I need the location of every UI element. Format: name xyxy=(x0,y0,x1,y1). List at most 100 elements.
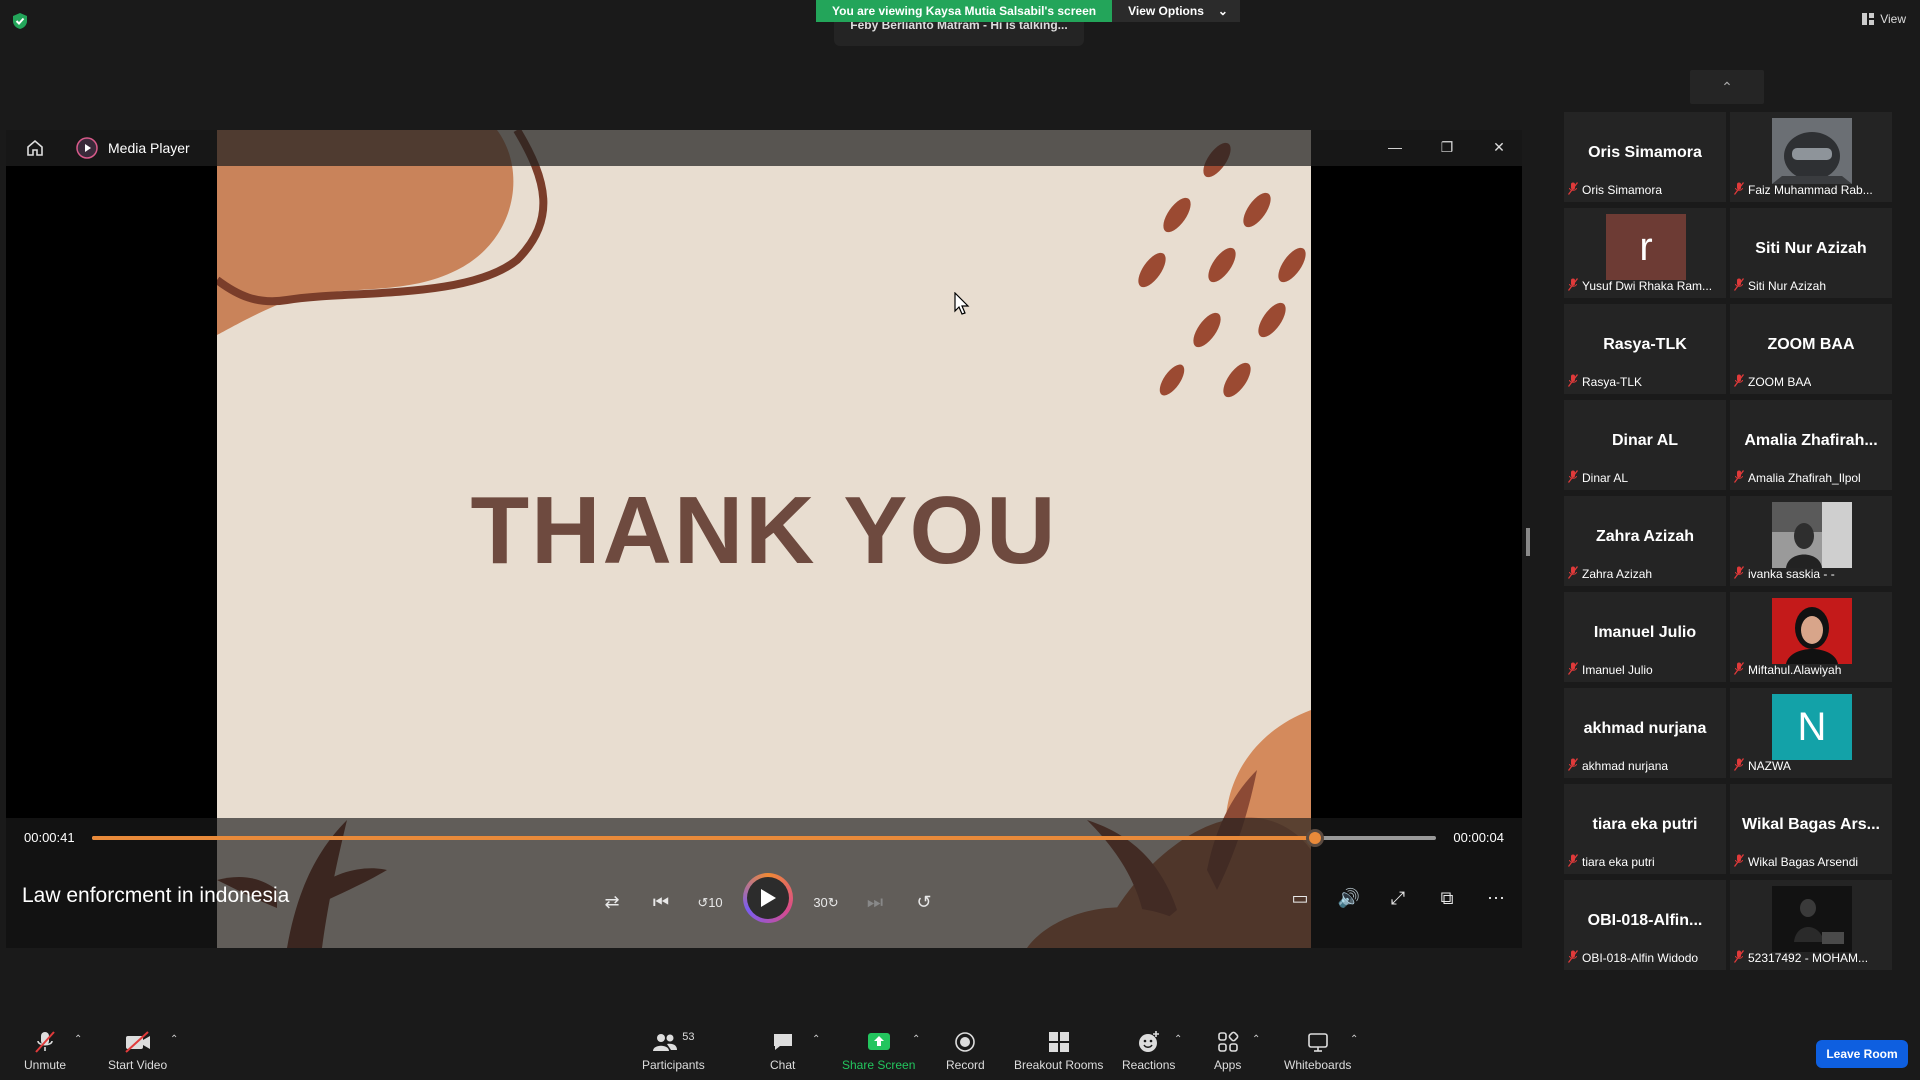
remaining-time: 00:00:04 xyxy=(1453,830,1504,845)
participants-button[interactable]: 53 Participants xyxy=(642,1030,705,1072)
reactions-label: Reactions xyxy=(1122,1058,1176,1072)
participant-avatar-letter: r xyxy=(1606,214,1686,280)
participant-tile[interactable]: Amalia Zhafirah... Amalia Zhafirah_Ilpol xyxy=(1730,400,1892,490)
start-video-button[interactable]: Start Video xyxy=(108,1030,167,1072)
fullscreen-icon[interactable]: ⤢ xyxy=(1382,882,1414,914)
play-button[interactable] xyxy=(743,873,793,923)
more-options-icon[interactable]: ⋯ xyxy=(1480,882,1512,914)
participant-display-name: Dinar AL xyxy=(1611,432,1679,449)
participant-name: ivanka saskia - - xyxy=(1748,567,1835,581)
participant-display-name: Oris Simamora xyxy=(1588,144,1702,161)
whiteboards-options-chevron-icon[interactable]: ⌃ xyxy=(1350,1034,1358,1045)
participant-name: 52317492 - MOHAM... xyxy=(1748,951,1869,965)
participant-tile[interactable]: Imanuel Julio Imanuel Julio xyxy=(1564,592,1726,682)
participant-tile[interactable]: Miftahul.Alawiyah xyxy=(1730,592,1892,682)
whiteboards-button[interactable]: Whiteboards xyxy=(1284,1030,1351,1072)
chevron-up-icon: ⌃ xyxy=(1721,78,1733,95)
apps-label: Apps xyxy=(1214,1058,1242,1072)
apps-options-chevron-icon[interactable]: ⌃ xyxy=(1252,1034,1260,1045)
participant-tile[interactable]: OBI-018-Alfin... OBI-018-Alfin Widodo xyxy=(1564,880,1726,970)
share-screen-label: Share Screen xyxy=(842,1058,916,1072)
view-label: View xyxy=(1880,12,1906,26)
leave-room-button[interactable]: Leave Room xyxy=(1816,1040,1908,1068)
seek-bar-thumb[interactable] xyxy=(1306,829,1325,847)
participant-name-label: Oris Simamora xyxy=(1568,182,1662,198)
unmute-button[interactable]: Unmute xyxy=(24,1030,66,1072)
microphone-muted-icon xyxy=(34,1030,56,1054)
repeat-icon[interactable]: ↺ xyxy=(908,887,940,919)
participant-name: Yusuf Dwi Rhaka Ram... xyxy=(1582,279,1713,293)
chat-icon xyxy=(772,1030,794,1054)
participant-name-label: Siti Nur Azizah xyxy=(1734,278,1826,294)
media-player-title: Media Player xyxy=(108,140,190,156)
participant-tile[interactable]: Oris Simamora Oris Simamora xyxy=(1564,112,1726,202)
mini-player-icon[interactable]: ⧉ xyxy=(1431,882,1463,914)
participant-tile[interactable]: Faiz Muhammad Rab... xyxy=(1730,112,1892,202)
forward-30-icon[interactable]: 30↻ xyxy=(810,887,842,919)
seek-bar[interactable] xyxy=(92,829,1436,847)
participant-tile[interactable]: tiara eka putri tiara eka putri xyxy=(1564,784,1726,874)
microphone-muted-icon xyxy=(1734,854,1745,870)
reactions-options-chevron-icon[interactable]: ⌃ xyxy=(1174,1034,1182,1045)
microphone-muted-icon xyxy=(1568,278,1579,294)
video-title: Law enforcment in indonesia xyxy=(22,884,290,907)
volume-icon[interactable]: 🔊 xyxy=(1333,882,1365,914)
chat-button[interactable]: Chat xyxy=(770,1030,795,1072)
chat-options-chevron-icon[interactable]: ⌃ xyxy=(812,1034,820,1045)
participant-name-label: Rasya-TLK xyxy=(1568,374,1642,390)
shuffle-icon[interactable]: ⇄ xyxy=(596,887,628,919)
reactions-button[interactable]: Reactions xyxy=(1122,1030,1175,1072)
microphone-muted-icon xyxy=(1734,182,1745,198)
participant-display-name: ZOOM BAA xyxy=(1767,336,1855,353)
video-options-chevron-icon[interactable]: ⌃ xyxy=(170,1034,178,1045)
audio-options-chevron-icon[interactable]: ⌃ xyxy=(74,1034,82,1045)
participants-icon xyxy=(653,1034,678,1051)
view-button[interactable]: View xyxy=(1862,12,1906,26)
close-icon[interactable]: ✕ xyxy=(1488,136,1510,158)
home-icon[interactable] xyxy=(24,137,46,159)
share-screen-button[interactable]: Share Screen xyxy=(842,1030,915,1072)
media-player-window: THANK YOU Media Player — ❐ ✕ 00:00:41 00… xyxy=(6,130,1522,948)
chat-label: Chat xyxy=(770,1058,796,1072)
participant-name: Faiz Muhammad Rab... xyxy=(1748,183,1873,197)
microphone-muted-icon xyxy=(1734,278,1745,294)
participant-name-label: Imanuel Julio xyxy=(1568,662,1653,678)
participant-tile[interactable]: Zahra Azizah Zahra Azizah xyxy=(1564,496,1726,586)
participant-tile[interactable]: Wikal Bagas Ars... Wikal Bagas Arsendi xyxy=(1730,784,1892,874)
panel-resize-handle[interactable] xyxy=(1526,528,1530,556)
participant-name: Siti Nur Azizah xyxy=(1748,279,1827,293)
participant-name-label: ZOOM BAA xyxy=(1734,374,1811,390)
participant-name: Dinar AL xyxy=(1582,471,1629,485)
participant-tile[interactable]: Dinar AL Dinar AL xyxy=(1564,400,1726,490)
participant-tile[interactable]: ivanka saskia - - xyxy=(1730,496,1892,586)
microphone-muted-icon xyxy=(1568,950,1579,966)
participant-tile[interactable]: akhmad nurjana akhmad nurjana xyxy=(1564,688,1726,778)
gallery-scroll-up-button[interactable]: ⌃ xyxy=(1690,70,1764,104)
previous-track-icon[interactable]: ⏮ xyxy=(645,887,677,919)
rewind-10-icon[interactable]: ↺10 xyxy=(694,887,726,919)
participant-tile[interactable]: N NAZWA xyxy=(1730,688,1892,778)
playback-controls: 00:00:41 00:00:04 Law enforcment in indo… xyxy=(6,818,1522,948)
participant-tile[interactable]: Siti Nur Azizah Siti Nur Azizah xyxy=(1730,208,1892,298)
breakout-rooms-button[interactable]: Breakout Rooms xyxy=(1014,1030,1103,1072)
participant-tile[interactable]: r Yusuf Dwi Rhaka Ram... xyxy=(1564,208,1726,298)
participant-tile[interactable]: ZOOM BAA ZOOM BAA xyxy=(1730,304,1892,394)
elapsed-time: 00:00:41 xyxy=(24,830,75,845)
restore-icon[interactable]: ❐ xyxy=(1436,136,1458,158)
participant-display-name: Rasya-TLK xyxy=(1603,336,1687,353)
record-button[interactable]: Record xyxy=(946,1030,985,1072)
participant-name: Imanuel Julio xyxy=(1582,663,1653,677)
minimize-icon[interactable]: — xyxy=(1384,136,1406,158)
participant-display-name: Zahra Azizah xyxy=(1595,528,1695,545)
view-controls: ▭ 🔊 ⤢ ⧉ ⋯ xyxy=(1284,882,1512,914)
captions-icon[interactable]: ▭ xyxy=(1284,882,1316,914)
chevron-down-icon: ⌄ xyxy=(1217,4,1228,18)
security-shield-icon[interactable] xyxy=(12,12,28,30)
participant-tile[interactable]: Rasya-TLK Rasya-TLK xyxy=(1564,304,1726,394)
next-track-icon[interactable]: ⏭ xyxy=(859,887,891,919)
play-icon xyxy=(761,889,776,907)
share-options-chevron-icon[interactable]: ⌃ xyxy=(912,1034,920,1045)
participant-tile[interactable]: 52317492 - MOHAM... xyxy=(1730,880,1892,970)
apps-button[interactable]: Apps xyxy=(1214,1030,1241,1072)
view-options-button[interactable]: View Options ⌄ xyxy=(1112,0,1240,22)
